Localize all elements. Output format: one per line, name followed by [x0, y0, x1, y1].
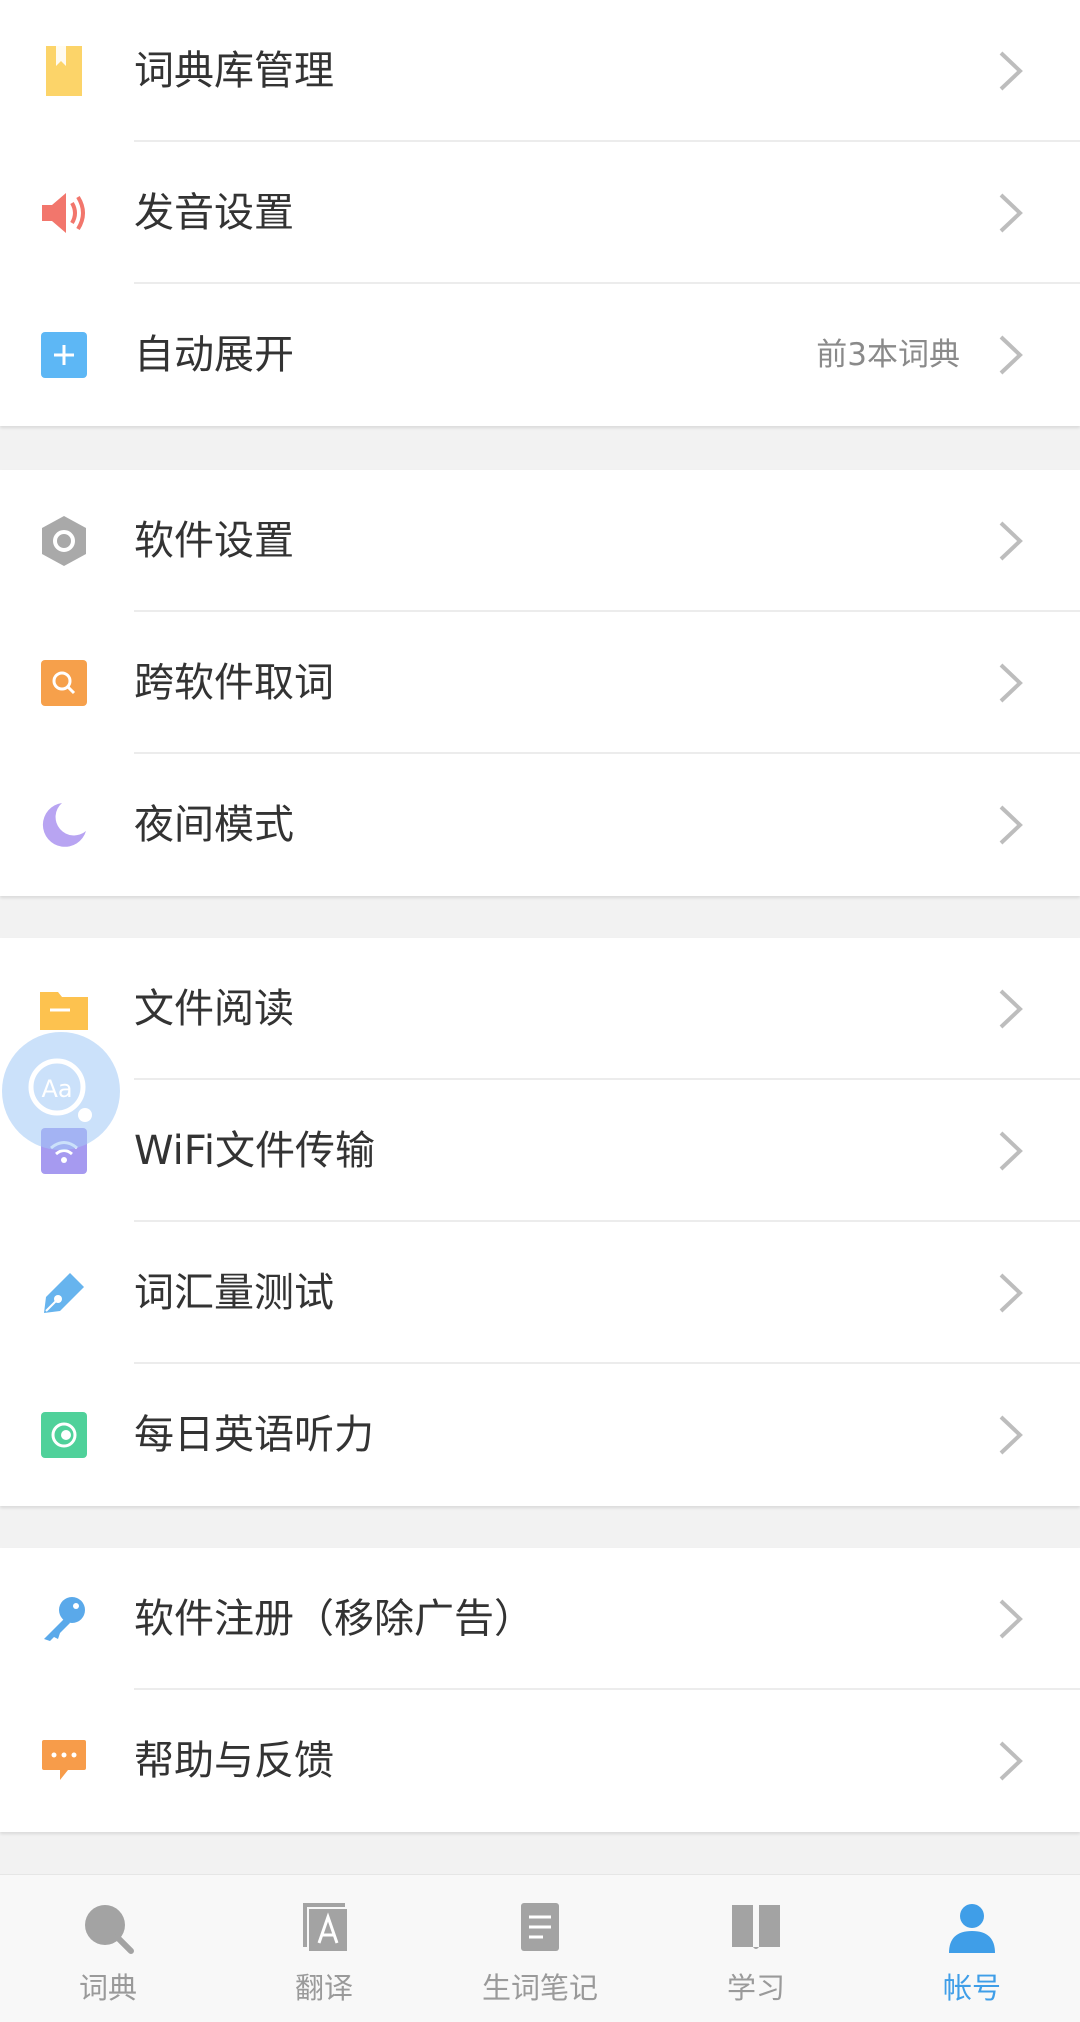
row-label: 软件设置	[134, 518, 294, 564]
plus-box-icon	[40, 331, 88, 379]
floating-lookup-button[interactable]: Aa	[2, 1032, 120, 1150]
row-label: 文件阅读	[134, 986, 294, 1032]
row-auto-expand[interactable]: 自动展开 前3本词典	[0, 284, 1080, 426]
row-cross-app-lookup[interactable]: 跨软件取词	[0, 612, 1080, 754]
chevron-right-icon	[999, 1599, 1023, 1639]
account-settings-screen: 词典库管理 发音设置 自动展开 前3本词典 软件设置 跨软件取词 夜间模式 文件…	[0, 0, 1080, 2022]
hexagon-gear-icon	[40, 516, 88, 566]
chevron-right-icon	[999, 335, 1023, 375]
search-box-icon	[40, 659, 88, 707]
row-label: 词典库管理	[134, 48, 334, 94]
row-label: 发音设置	[134, 190, 294, 236]
row-file-reading[interactable]: 文件阅读	[0, 938, 1080, 1080]
row-help-feedback[interactable]: 帮助与反馈	[0, 1690, 1080, 1832]
tab-label: 生词笔记	[481, 1971, 598, 2005]
pen-icon	[40, 1269, 88, 1317]
chevron-right-icon	[999, 1741, 1023, 1781]
row-label: 自动展开	[134, 332, 294, 378]
row-label: 每日英语听力	[134, 1412, 374, 1458]
row-label: 跨软件取词	[134, 660, 334, 706]
row-dictionary-management[interactable]: 词典库管理	[0, 0, 1080, 142]
chevron-right-icon	[999, 989, 1023, 1029]
chevron-right-icon	[999, 1131, 1023, 1171]
tab-translate[interactable]: 翻译	[216, 1875, 432, 2022]
user-icon	[949, 1904, 995, 1953]
folder-icon	[40, 985, 88, 1033]
row-pronunciation-settings[interactable]: 发音设置	[0, 142, 1080, 284]
tab-word-notes[interactable]: 生词笔记	[432, 1875, 648, 2022]
row-label: 词汇量测试	[134, 1270, 334, 1316]
settings-group-support: 软件注册（移除广告） 帮助与反馈	[0, 1548, 1080, 1832]
tab-label: 翻译	[294, 1971, 353, 2005]
row-label: WiFi文件传输	[134, 1128, 375, 1174]
chevron-right-icon	[999, 1273, 1023, 1313]
moon-icon	[40, 801, 88, 849]
auto-expand-value: 前3本词典	[816, 337, 960, 373]
bottom-tab-bar: 词典 翻译 生词笔记 学习 帐号	[0, 1874, 1080, 2022]
row-daily-english-listening[interactable]: 每日英语听力	[0, 1364, 1080, 1506]
radio-icon	[40, 1411, 88, 1459]
chevron-right-icon	[999, 1415, 1023, 1455]
chat-icon	[40, 1737, 88, 1785]
floating-lookup-text: Aa	[41, 1075, 72, 1103]
tab-dictionary[interactable]: 词典	[0, 1875, 216, 2022]
row-label: 夜间模式	[134, 802, 294, 848]
search-icon	[85, 1905, 134, 1954]
chevron-right-icon	[999, 193, 1023, 233]
settings-group-dictionary: 词典库管理 发音设置 自动展开 前3本词典	[0, 0, 1080, 426]
chevron-right-icon	[999, 663, 1023, 703]
row-vocabulary-test[interactable]: 词汇量测试	[0, 1222, 1080, 1364]
translate-icon	[303, 1903, 347, 1951]
tab-label: 帐号	[942, 1971, 1001, 2005]
row-label: 软件注册（移除广告）	[134, 1596, 534, 1642]
chevron-right-icon	[999, 51, 1023, 91]
row-software-settings[interactable]: 软件设置	[0, 470, 1080, 612]
chevron-right-icon	[999, 805, 1023, 845]
settings-group-tools: 文件阅读 WiFi文件传输 词汇量测试 每日英语听力	[0, 938, 1080, 1506]
speaker-icon	[40, 189, 88, 237]
bookmark-icon	[40, 46, 88, 96]
tab-study[interactable]: 学习	[648, 1875, 864, 2022]
tab-label: 词典	[78, 1971, 137, 2005]
book-icon	[732, 1905, 780, 1949]
row-software-registration[interactable]: 软件注册（移除广告）	[0, 1548, 1080, 1690]
tab-account[interactable]: 帐号	[864, 1875, 1080, 2022]
row-label: 帮助与反馈	[134, 1738, 334, 1784]
row-night-mode[interactable]: 夜间模式	[0, 754, 1080, 896]
key-icon	[40, 1595, 88, 1643]
settings-group-software: 软件设置 跨软件取词 夜间模式	[0, 470, 1080, 896]
chevron-right-icon	[999, 521, 1023, 561]
word-lookup-icon: Aa	[28, 1058, 92, 1122]
note-icon	[521, 1903, 559, 1951]
row-wifi-transfer[interactable]: WiFi文件传输	[0, 1080, 1080, 1222]
tab-label: 学习	[726, 1971, 785, 2005]
